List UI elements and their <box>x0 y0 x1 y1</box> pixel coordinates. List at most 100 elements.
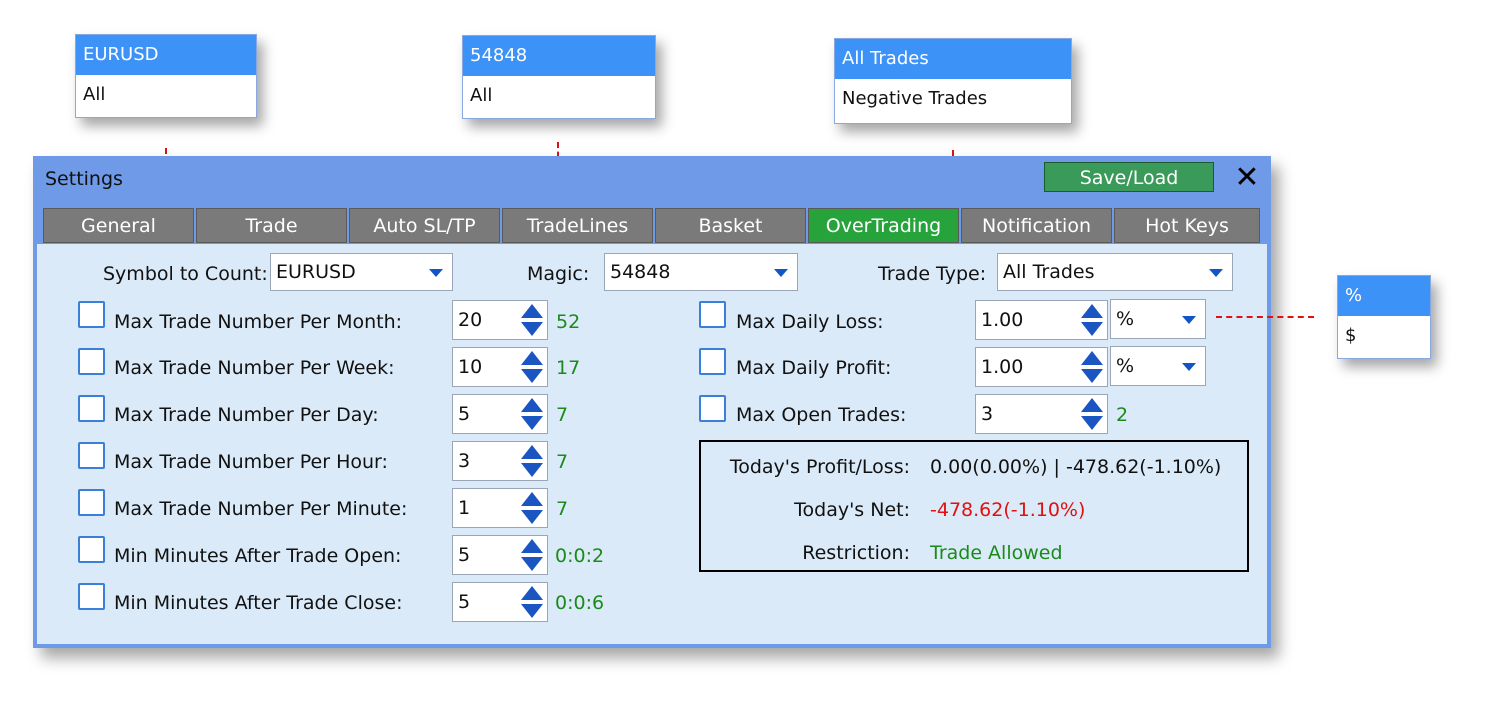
open-trades-stepper[interactable]: 3 <box>975 394 1108 434</box>
week-limit-stepper[interactable]: 10 <box>452 347 548 387</box>
open-trades-label: Max Open Trades: <box>736 404 907 426</box>
trade-type-option-negative[interactable]: Negative Trades <box>835 79 1071 119</box>
spin-down-icon[interactable] <box>521 322 543 336</box>
spin-up-icon[interactable] <box>521 398 543 412</box>
symbol-option-eurusd[interactable]: EURUSD <box>76 35 256 75</box>
tab-notification[interactable]: Notification <box>961 208 1112 243</box>
spin-up-icon[interactable] <box>521 304 543 318</box>
tab-basket[interactable]: Basket <box>655 208 806 243</box>
chevron-down-icon <box>1209 269 1223 277</box>
after-close-stepper[interactable]: 5 <box>452 582 548 622</box>
after-close-checkbox[interactable] <box>78 583 105 610</box>
magic-dropdown-list: 54848 All <box>462 35 656 119</box>
hour-limit-stepper[interactable]: 3 <box>452 441 548 481</box>
unit-dropdown-list: % $ <box>1337 275 1431 359</box>
tab-tradelines[interactable]: TradeLines <box>502 208 653 243</box>
after-open-stepper[interactable]: 5 <box>452 535 548 575</box>
week-limit-label: Max Trade Number Per Week: <box>114 357 395 379</box>
spin-up-icon[interactable] <box>521 445 543 459</box>
magic-label: Magic: <box>527 263 590 285</box>
magic-option-all[interactable]: All <box>463 76 655 116</box>
daily-loss-checkbox[interactable] <box>699 301 726 328</box>
magic-select[interactable]: 54848 <box>604 253 798 291</box>
hour-limit-label: Max Trade Number Per Hour: <box>114 451 388 473</box>
magic-select-value: 54848 <box>610 261 671 283</box>
unit-option-percent[interactable]: % <box>1338 276 1430 316</box>
overtrading-panel: Symbol to Count: EURUSD Magic: 54848 Tra… <box>37 244 1267 644</box>
month-count: 52 <box>556 311 581 333</box>
daily-profit-label: Max Daily Profit: <box>736 357 892 379</box>
unit-option-dollar[interactable]: $ <box>1338 316 1430 356</box>
symbol-option-all[interactable]: All <box>76 75 256 115</box>
spin-down-icon[interactable] <box>521 416 543 430</box>
minute-limit-stepper[interactable]: 1 <box>452 488 548 528</box>
minute-limit-checkbox[interactable] <box>78 489 105 516</box>
daily-profit-unit-value: % <box>1116 355 1135 377</box>
spin-down-icon[interactable] <box>1081 322 1103 336</box>
spin-up-icon[interactable] <box>1081 398 1103 412</box>
day-limit-stepper[interactable]: 5 <box>452 394 548 434</box>
after-close-label: Min Minutes After Trade Close: <box>114 592 403 614</box>
magic-option-54848[interactable]: 54848 <box>463 36 655 76</box>
day-limit-checkbox[interactable] <box>78 395 105 422</box>
spin-up-icon[interactable] <box>521 539 543 553</box>
trade-type-label: Trade Type: <box>878 263 987 285</box>
spin-down-icon[interactable] <box>521 510 543 524</box>
tab-trade[interactable]: Trade <box>196 208 347 243</box>
daily-loss-stepper[interactable]: 1.00 <box>975 300 1108 340</box>
tab-overtrading[interactable]: OverTrading <box>808 208 959 243</box>
hour-limit-value: 3 <box>458 450 471 472</box>
month-limit-value: 20 <box>458 309 483 331</box>
window-title: Settings <box>45 168 123 190</box>
minute-limit-label: Max Trade Number Per Minute: <box>114 498 408 520</box>
restriction-label: Restriction: <box>802 542 910 564</box>
spin-down-icon[interactable] <box>1081 416 1103 430</box>
month-limit-stepper[interactable]: 20 <box>452 300 548 340</box>
net-value: -478.62(-1.10%) <box>930 499 1086 521</box>
after-open-label: Min Minutes After Trade Open: <box>114 545 402 567</box>
tab-general[interactable]: General <box>43 208 194 243</box>
chevron-down-icon <box>1182 363 1196 371</box>
day-count: 7 <box>556 404 569 426</box>
month-limit-label: Max Trade Number Per Month: <box>114 311 403 333</box>
spin-down-icon[interactable] <box>521 369 543 383</box>
tab-auto-sl-tp[interactable]: Auto SL/TP <box>349 208 500 243</box>
trade-type-select[interactable]: All Trades <box>997 253 1233 291</box>
day-limit-label: Max Trade Number Per Day: <box>114 404 379 426</box>
chevron-down-icon <box>429 269 443 277</box>
spin-up-icon[interactable] <box>521 351 543 365</box>
minute-count: 7 <box>556 498 569 520</box>
daily-profit-unit-select[interactable]: % <box>1110 346 1206 386</box>
after-open-checkbox[interactable] <box>78 536 105 563</box>
settings-window: Settings Save/Load ✕ General Trade Auto … <box>33 156 1271 648</box>
month-limit-checkbox[interactable] <box>78 301 105 328</box>
daily-profit-stepper[interactable]: 1.00 <box>975 347 1108 387</box>
net-label: Today's Net: <box>794 499 910 521</box>
hour-limit-checkbox[interactable] <box>78 442 105 469</box>
daily-profit-checkbox[interactable] <box>699 348 726 375</box>
week-limit-checkbox[interactable] <box>78 348 105 375</box>
spin-down-icon[interactable] <box>521 557 543 571</box>
trade-type-option-all[interactable]: All Trades <box>835 39 1071 79</box>
week-limit-value: 10 <box>458 356 483 378</box>
profit-loss-value: 0.00(0.00%) | -478.62(-1.10%) <box>930 456 1222 478</box>
symbol-select[interactable]: EURUSD <box>270 253 453 291</box>
daily-loss-unit-select[interactable]: % <box>1110 299 1206 339</box>
daily-loss-label: Max Daily Loss: <box>736 311 884 333</box>
hour-count: 7 <box>556 451 569 473</box>
save-load-button[interactable]: Save/Load <box>1044 162 1214 192</box>
trade-type-dropdown-list: All Trades Negative Trades <box>834 38 1072 124</box>
spin-down-icon[interactable] <box>521 604 543 618</box>
unit-callout-line <box>1216 316 1314 318</box>
tab-hot-keys[interactable]: Hot Keys <box>1114 208 1260 243</box>
close-icon[interactable]: ✕ <box>1231 162 1263 194</box>
spin-down-icon[interactable] <box>1081 369 1103 383</box>
open-trades-checkbox[interactable] <box>699 395 726 422</box>
spin-up-icon[interactable] <box>521 492 543 506</box>
spin-down-icon[interactable] <box>521 463 543 477</box>
spin-up-icon[interactable] <box>1081 304 1103 318</box>
restriction-value: Trade Allowed <box>930 542 1063 564</box>
spin-up-icon[interactable] <box>521 586 543 600</box>
spin-up-icon[interactable] <box>1081 351 1103 365</box>
chevron-down-icon <box>1182 316 1196 324</box>
